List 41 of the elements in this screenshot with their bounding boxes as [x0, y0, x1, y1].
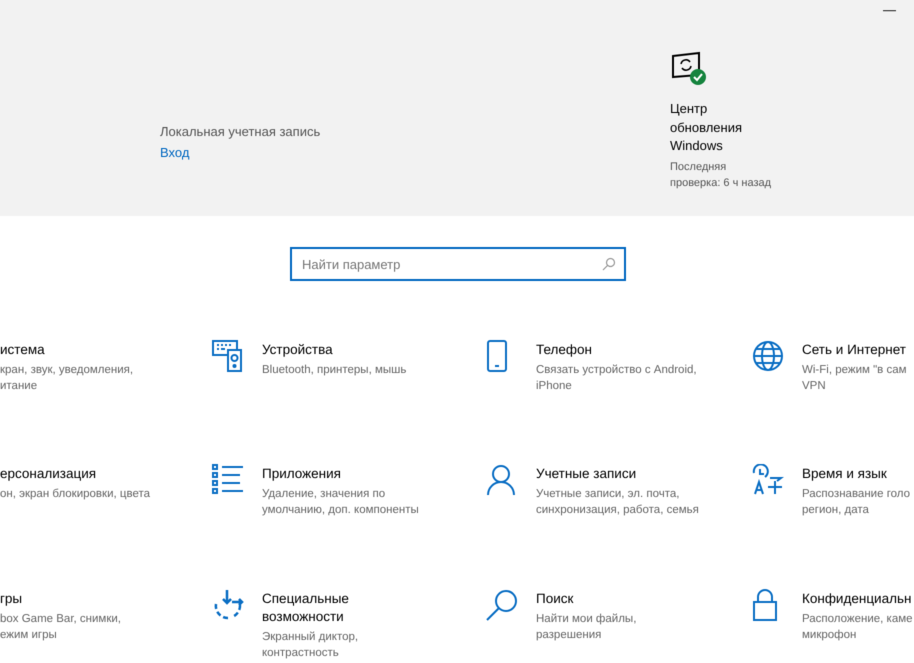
update-status: Последняя проверка: 6 ч назад [670, 160, 772, 190]
clock-language-icon [752, 464, 784, 496]
category-description: Найти мои файлы, разрешения [536, 612, 636, 643]
category-title[interactable]: Поиск [536, 590, 636, 608]
category-description: Удаление, значения по умолчанию, доп. компоненты [262, 487, 419, 518]
category-description: Bluetooth, принтеры, мышь [262, 363, 406, 378]
category-description: Связать устройство с Android, iPhone [536, 363, 697, 394]
update-status-icon [670, 50, 708, 88]
category-description: Распознавание голо регион, дата [802, 487, 910, 518]
category-description: Экранный диктор, контрастность [262, 630, 358, 661]
search-icon [602, 257, 616, 271]
keyboard-speaker-icon [212, 340, 244, 372]
search-field[interactable]: Найти параметр [290, 247, 626, 281]
category-description: Wi-Fi, режим "в сам VPN [802, 363, 907, 394]
person-icon [486, 464, 516, 496]
category-title[interactable]: Специальные возможности [262, 590, 358, 626]
category-description: кран, звук, уведомления, итание [0, 363, 134, 394]
category-title[interactable]: гры [0, 590, 121, 608]
category-title[interactable]: Устройства [262, 341, 406, 359]
category-title[interactable]: Телефон [536, 341, 697, 359]
category-title[interactable]: истема [0, 341, 134, 359]
dashed-circle-arrow-icon [212, 589, 244, 621]
phone-icon [486, 340, 508, 372]
globe-icon [752, 340, 784, 372]
category-description: Расположение, каме микрофон [802, 612, 913, 643]
category-description: он, экран блокировки, цвета [0, 487, 150, 502]
account-label: Локальная учетная запись [160, 123, 322, 141]
category-title[interactable]: ерсонализация [0, 465, 150, 483]
category-title[interactable]: Приложения [262, 465, 419, 483]
sign-in-link[interactable]: Вход [160, 142, 190, 164]
category-title[interactable]: Учетные записи [536, 465, 699, 483]
list-icon [212, 464, 244, 494]
category-title[interactable]: Сеть и Интернет [802, 341, 907, 359]
category-description: Учетные записи, эл. почта, синхронизация, работа, семья [536, 487, 699, 518]
category-description: box Game Bar, снимки, ежим игры [0, 612, 121, 643]
padlock-icon [752, 589, 778, 621]
magnifier-icon [486, 589, 518, 621]
minimize-button[interactable]: — [883, 0, 896, 20]
category-title[interactable]: Конфиденциальн [802, 590, 913, 608]
update-title[interactable]: Центр обновления Windows [670, 100, 760, 156]
category-title[interactable]: Время и язык [802, 465, 910, 483]
